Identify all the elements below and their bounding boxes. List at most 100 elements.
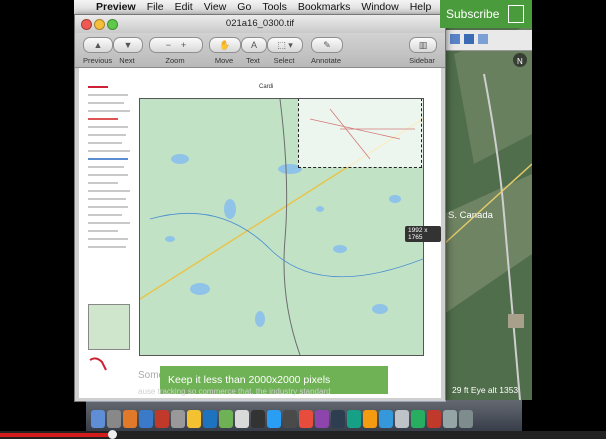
menu-edit[interactable]: Edit: [175, 1, 193, 13]
google-earth-view[interactable]: N S. Canada: [444, 14, 532, 400]
app-icon[interactable]: [379, 410, 393, 428]
legend-line: [88, 230, 118, 232]
earth-tool-icon[interactable]: [464, 34, 474, 44]
app-icon[interactable]: [443, 410, 457, 428]
previous-label: Previous: [83, 56, 113, 65]
zoom-label: Zoom: [165, 56, 185, 65]
menu-help[interactable]: Help: [410, 1, 432, 13]
legend-line: [88, 190, 130, 192]
legend-line: [88, 142, 122, 144]
video-scrubber-handle[interactable]: [108, 430, 117, 439]
legend-line: [88, 182, 118, 184]
menu-bookmarks[interactable]: Bookmarks: [298, 1, 351, 13]
window-title: 021a16_0300.tif: [225, 18, 295, 29]
app-icon[interactable]: [363, 410, 377, 428]
legend-inset-map: [88, 304, 130, 350]
app-icon[interactable]: [299, 410, 313, 428]
finder-icon[interactable]: [91, 410, 105, 428]
app-icon[interactable]: [251, 410, 265, 428]
ad-subtext: ause tracking so commerce that, the indu…: [138, 387, 331, 396]
window-titlebar[interactable]: 021a16_0300.tif: [75, 15, 445, 33]
app-icon[interactable]: [155, 410, 169, 428]
menu-file[interactable]: File: [147, 1, 164, 13]
app-icon[interactable]: [411, 410, 425, 428]
elevation-readout: 29 ft Eye alt 1353: [452, 385, 519, 395]
document-view[interactable]: Cardi 1992 x 1765: [79, 68, 441, 398]
legend-line: [88, 166, 124, 168]
legend-line: [88, 134, 126, 136]
earth-tool-icon[interactable]: [450, 34, 460, 44]
text-cursor-icon: A: [250, 40, 257, 50]
safari-icon[interactable]: [139, 410, 153, 428]
sidebar-button[interactable]: ▥: [409, 37, 437, 53]
map-legend: [85, 80, 137, 398]
app-icon[interactable]: [283, 410, 297, 428]
subscribe-button[interactable]: Subscribe: [440, 0, 532, 28]
canada-logo-icon: [88, 356, 110, 376]
previous-button[interactable]: ▲: [83, 37, 113, 53]
select-label: Select: [273, 56, 295, 65]
app-icon[interactable]: [347, 410, 361, 428]
select-button[interactable]: ⬚ ▾: [267, 37, 303, 53]
menu-window[interactable]: Window: [361, 1, 398, 13]
legend-line: [88, 238, 128, 240]
earth-tool-icon[interactable]: [478, 34, 488, 44]
next-button[interactable]: ▼: [113, 37, 143, 53]
legend-line: [88, 158, 128, 160]
pencil-icon: ✎: [323, 39, 331, 50]
legend-line: [88, 110, 130, 112]
app-icon[interactable]: [171, 410, 185, 428]
sidebar-icon: ▥: [418, 39, 428, 50]
minimize-button[interactable]: [94, 19, 105, 30]
menu-view[interactable]: View: [204, 1, 227, 13]
legend-line: [88, 222, 130, 224]
menu-preview[interactable]: Preview: [96, 1, 136, 13]
subscribe-icon: [508, 5, 524, 23]
toolbar: ▲ ▼ Previous Next − + Zoom ✋ A ⬚ ▾ Move …: [75, 33, 445, 68]
move-button[interactable]: ✋: [209, 37, 241, 53]
text-button[interactable]: A: [241, 37, 267, 53]
firefox-icon[interactable]: [123, 410, 137, 428]
menu-go[interactable]: Go: [237, 1, 251, 13]
zoom-control[interactable]: − +: [149, 37, 203, 53]
zoom-button[interactable]: [107, 19, 118, 30]
legend-line: [88, 246, 126, 248]
earth-place-label: S. Canada: [448, 210, 493, 221]
app-icon[interactable]: [331, 410, 345, 428]
zoom-in-icon[interactable]: +: [181, 40, 186, 50]
trash-icon[interactable]: [459, 410, 473, 428]
legend-line: [88, 174, 128, 176]
selection-rectangle[interactable]: [298, 99, 422, 168]
skype-icon[interactable]: [267, 410, 281, 428]
topographic-map[interactable]: [139, 98, 424, 356]
select-icon: ⬚ ▾: [277, 39, 293, 50]
chevron-down-icon: ▼: [123, 40, 133, 50]
legend-line: [88, 126, 128, 128]
app-icon[interactable]: [315, 410, 329, 428]
subscribe-label: Subscribe: [446, 7, 500, 21]
annotate-button[interactable]: ✎: [311, 37, 343, 53]
app-icon[interactable]: [187, 410, 201, 428]
annotation-text: Keep it less than 2000x2000 pixels: [168, 374, 331, 386]
app-icon[interactable]: [395, 410, 409, 428]
next-label: Next: [119, 56, 135, 65]
svg-text:N: N: [517, 57, 523, 66]
close-button[interactable]: [81, 19, 92, 30]
app-icon[interactable]: [427, 410, 441, 428]
app-icon[interactable]: [107, 410, 121, 428]
video-progress-played: [0, 433, 112, 437]
app-icon[interactable]: [235, 410, 249, 428]
hand-icon: ✋: [219, 39, 231, 50]
legend-line: [88, 118, 118, 120]
zoom-out-icon[interactable]: −: [166, 40, 171, 50]
annotate-label: Annotate: [310, 56, 342, 65]
app-icon[interactable]: [219, 410, 233, 428]
legend-line: [88, 102, 124, 104]
legend-line: [88, 198, 126, 200]
app-icon[interactable]: [203, 410, 217, 428]
menu-tools[interactable]: Tools: [262, 1, 287, 13]
legend-line: [88, 86, 108, 88]
move-label: Move: [214, 56, 234, 65]
earth-toolbar: [444, 30, 532, 51]
earth-imagery: N: [444, 14, 532, 400]
